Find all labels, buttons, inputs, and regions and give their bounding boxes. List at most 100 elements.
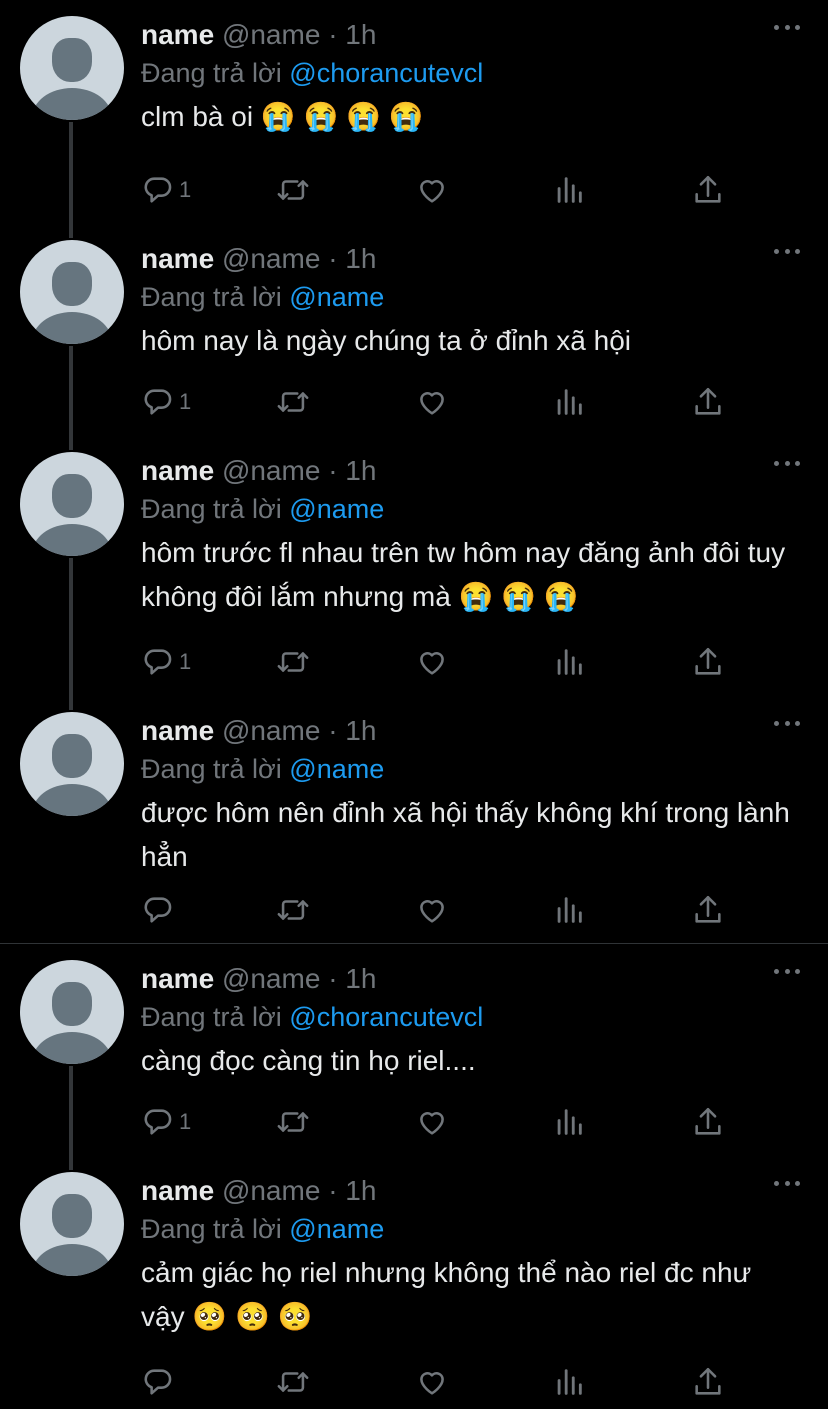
tweet-text: càng đọc càng tin họ riel.... (141, 1045, 476, 1076)
timestamp[interactable]: 1h (345, 243, 376, 274)
like-button[interactable] (415, 890, 449, 930)
user-handle[interactable]: @name (222, 1175, 320, 1206)
display-name[interactable]: name (141, 19, 214, 50)
tweet-text: hôm nay là ngày chúng ta ở đỉnh xã hội (141, 325, 632, 356)
tweet[interactable]: name @name · 1h Đang trả lời @chorancute… (0, 944, 828, 1156)
share-button[interactable] (691, 1362, 725, 1402)
reply-context: Đang trả lời @name (141, 1214, 385, 1244)
reply-icon (141, 173, 175, 207)
share-icon (691, 385, 725, 419)
user-handle[interactable]: @name (222, 19, 320, 50)
avatar[interactable] (20, 1172, 124, 1276)
avatar[interactable] (20, 960, 124, 1064)
reply-icon (141, 385, 175, 419)
views-button[interactable] (552, 1102, 586, 1142)
retweet-icon (276, 173, 310, 207)
share-button[interactable] (691, 642, 725, 682)
reply-context: Đang trả lời @chorancutevcl (141, 58, 484, 88)
tweet[interactable]: name @name · 1h Đang trả lời @name hôm t… (0, 436, 828, 696)
display-name[interactable]: name (141, 455, 214, 486)
views-button[interactable] (552, 382, 586, 422)
display-name[interactable]: name (141, 243, 214, 274)
like-button[interactable] (415, 382, 449, 422)
timestamp[interactable]: 1h (345, 455, 376, 486)
avatar[interactable] (20, 16, 124, 120)
tweet-actions (141, 890, 741, 930)
tweet[interactable]: name @name · 1h Đang trả lời @name được … (0, 696, 828, 944)
share-icon (691, 893, 725, 927)
reply-button[interactable] (141, 1362, 179, 1402)
mention-link[interactable]: @chorancutevcl (289, 58, 483, 88)
reply-context: Đang trả lời @name (141, 754, 385, 784)
reply-button[interactable]: 1 (141, 642, 191, 682)
avatar[interactable] (20, 712, 124, 816)
timestamp[interactable]: 1h (345, 715, 376, 746)
avatar[interactable] (20, 240, 124, 344)
reply-button[interactable]: 1 (141, 1102, 191, 1142)
share-icon (691, 173, 725, 207)
tweet[interactable]: name @name · 1h Đang trả lời @name cảm g… (0, 1156, 828, 1409)
reply-count: 1 (179, 177, 192, 202)
retweet-button[interactable] (276, 1102, 310, 1142)
display-name[interactable]: name (141, 1175, 214, 1206)
user-handle[interactable]: @name (222, 715, 320, 746)
retweet-button[interactable] (276, 382, 310, 422)
reply-icon (141, 893, 175, 927)
mention-link[interactable]: @chorancutevcl (289, 1002, 483, 1032)
display-name[interactable]: name (141, 963, 214, 994)
tweet-text: clm bà oi 😭 😭 😭 😭 (141, 101, 424, 132)
retweet-button[interactable] (276, 890, 310, 930)
mention-link[interactable]: @name (289, 1214, 384, 1244)
views-button[interactable] (552, 890, 586, 930)
tweet-actions: 1 (141, 1102, 741, 1142)
share-icon (691, 1365, 725, 1399)
share-button[interactable] (691, 170, 725, 210)
like-button[interactable] (415, 1362, 449, 1402)
heart-icon (415, 173, 449, 207)
user-handle[interactable]: @name (222, 963, 320, 994)
analytics-icon (552, 1365, 586, 1399)
share-button[interactable] (691, 890, 725, 930)
tweet[interactable]: name @name · 1h Đang trả lời @name hôm n… (0, 224, 828, 436)
timestamp[interactable]: 1h (345, 963, 376, 994)
reply-count: 1 (179, 1109, 192, 1134)
reply-button[interactable]: 1 (141, 170, 191, 210)
like-button[interactable] (415, 170, 449, 210)
views-button[interactable] (552, 642, 586, 682)
like-button[interactable] (415, 642, 449, 682)
reply-button[interactable] (141, 890, 179, 930)
share-icon (691, 1105, 725, 1139)
timestamp[interactable]: 1h (345, 19, 376, 50)
analytics-icon (552, 1105, 586, 1139)
display-name[interactable]: name (141, 715, 214, 746)
timestamp[interactable]: 1h (345, 1175, 376, 1206)
retweet-button[interactable] (276, 170, 310, 210)
tweet[interactable]: name @name · 1h Đang trả lời @chorancute… (0, 0, 828, 224)
views-button[interactable] (552, 170, 586, 210)
reply-context: Đang trả lời @chorancutevcl (141, 1002, 484, 1032)
user-handle[interactable]: @name (222, 455, 320, 486)
mention-link[interactable]: @name (289, 494, 384, 524)
tweet-actions: 1 (141, 382, 741, 422)
like-button[interactable] (415, 1102, 449, 1142)
tweet-text: cảm giác họ riel nhưng không thể nào rie… (141, 1257, 752, 1332)
reply-button[interactable]: 1 (141, 382, 191, 422)
share-button[interactable] (691, 382, 725, 422)
mention-link[interactable]: @name (289, 754, 384, 784)
analytics-icon (552, 645, 586, 679)
tweet-text: hôm trước fl nhau trên tw hôm nay đăng ả… (141, 537, 786, 612)
heart-icon (415, 893, 449, 927)
avatar[interactable] (20, 452, 124, 556)
reply-context: Đang trả lời @name (141, 282, 385, 312)
reply-count: 1 (179, 389, 192, 414)
views-button[interactable] (552, 1362, 586, 1402)
retweet-button[interactable] (276, 642, 310, 682)
reply-context: Đang trả lời @name (141, 494, 385, 524)
heart-icon (415, 1105, 449, 1139)
retweet-button[interactable] (276, 1362, 310, 1402)
user-handle[interactable]: @name (222, 243, 320, 274)
tweet-text: được hôm nên đỉnh xã hội thấy không khí … (141, 797, 790, 872)
share-button[interactable] (691, 1102, 725, 1142)
mention-link[interactable]: @name (289, 282, 384, 312)
retweet-icon (276, 385, 310, 419)
